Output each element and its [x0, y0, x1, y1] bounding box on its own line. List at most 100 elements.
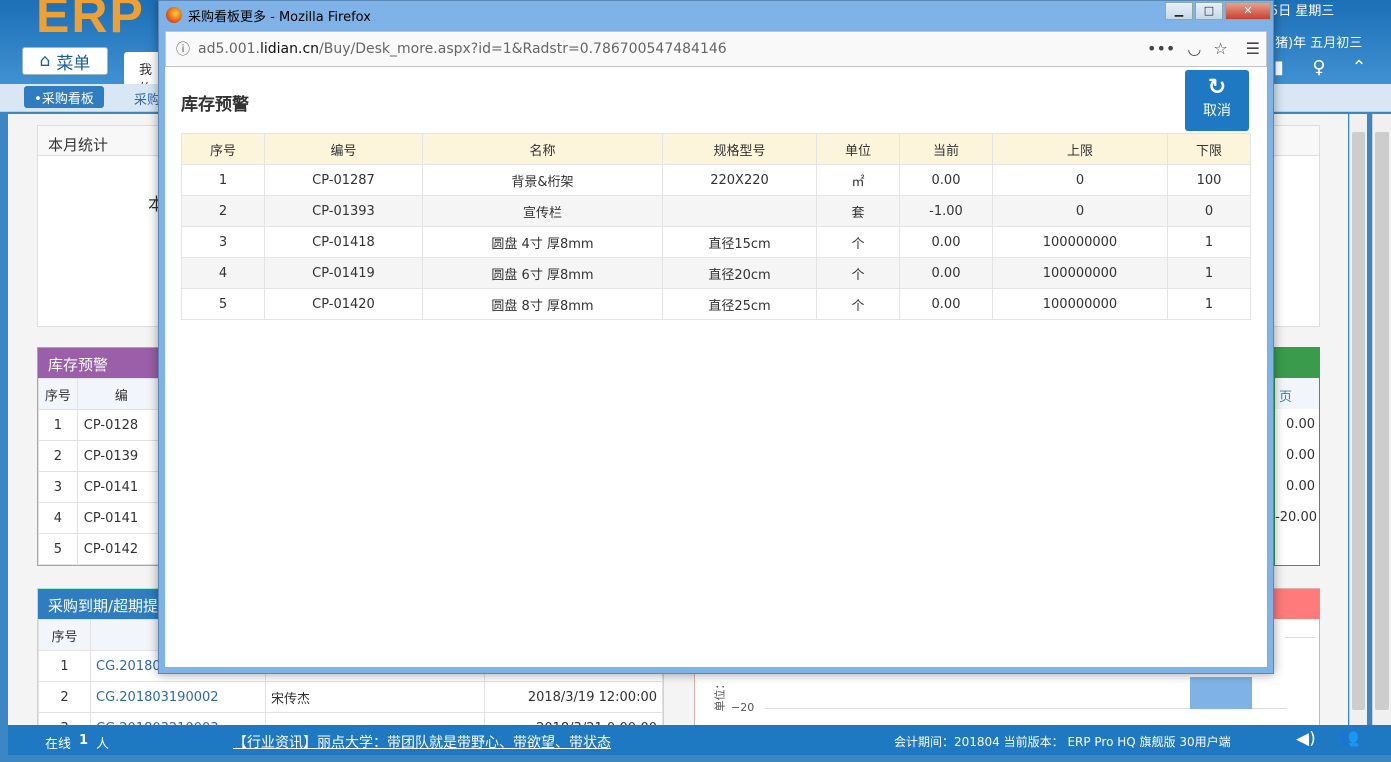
cell: 5: [181, 288, 265, 320]
info-icon[interactable]: ⓘ: [176, 39, 190, 59]
right-value: 0.00: [1286, 417, 1315, 432]
inner-scrollbar[interactable]: [1349, 114, 1367, 726]
cell: 直径25cm: [662, 288, 817, 320]
cell: 2018/3/19 12:00:00: [484, 681, 663, 713]
col-header: 编号: [264, 133, 423, 165]
cancel-button[interactable]: ↻ 取消: [1185, 70, 1249, 131]
url-prefix: ad5.001.: [198, 41, 260, 57]
window-titlebar[interactable]: 采购看板更多 - Mozilla Firefox: [159, 1, 1273, 29]
online-count: 1: [79, 733, 89, 748]
table-row: 2 CP-0139: [38, 440, 167, 472]
cell: 0.00: [899, 257, 993, 289]
col-header: 序号: [38, 378, 78, 410]
right-value: 0.00: [1286, 479, 1315, 494]
cell: 2: [181, 195, 265, 227]
speaker-icon[interactable]: ◀): [1296, 729, 1316, 749]
close-button[interactable]: ✕: [1225, 2, 1271, 20]
key-icon[interactable]: ♀: [1308, 56, 1330, 78]
firefox-popup-window: 采购看板更多 - Mozilla Firefox ▁ □ ✕ ⓘ ad5.001…: [158, 0, 1274, 674]
cell: 圆盘 8寸 厚8mm: [422, 288, 663, 320]
table-row: 2 CG.201803190002 宋传杰 2018/3/19 12:00:00: [38, 681, 663, 713]
table-row[interactable]: 3 CP-01418 圆盘 4寸 厚8mm 直径15cm 个 0.00 100000000 1: [181, 226, 1251, 258]
expand-icon[interactable]: ⌃: [1348, 56, 1370, 78]
users-icon[interactable]: 👥: [1338, 728, 1359, 748]
page-content: 库存预警 ↻ 取消 序号 编号 名称 规格型号 单位 当前 上限 下限 1 CP…: [165, 67, 1267, 667]
cell: 1: [38, 409, 78, 441]
sub-tab-purchase[interactable]: 采购: [134, 89, 160, 108]
cell: 0: [992, 195, 1168, 227]
cell: 0.00: [899, 164, 993, 196]
date-line-1: 5日 星期三: [1270, 4, 1335, 19]
cell: 1: [181, 164, 265, 196]
col-header: 名称: [422, 133, 663, 165]
cell: CP-01418: [264, 226, 423, 258]
url-path: /Buy/Desk_more.aspx?id=1&Radstr=0.786700…: [319, 41, 727, 57]
cancel-label: 取消: [1203, 103, 1231, 119]
cell: 100000000: [992, 226, 1168, 258]
cell: CP-01419: [264, 257, 423, 289]
cell: 套: [816, 195, 900, 227]
address-bar[interactable]: ⓘ ad5.001.lidian.cn/Buy/Desk_more.aspx?i…: [165, 31, 1267, 67]
cell: 1: [1167, 257, 1251, 289]
home-icon: ⌂: [39, 51, 51, 71]
chart-axis-label: 单位：: [713, 678, 727, 712]
url-text[interactable]: ad5.001.lidian.cn/Buy/Desk_more.aspx?id=…: [198, 41, 727, 57]
order-link[interactable]: CG.201803190002: [90, 681, 266, 713]
cell: 圆盘 4寸 厚8mm: [422, 226, 663, 258]
cell: CP-01393: [264, 195, 423, 227]
more-icon[interactable]: •••: [1147, 39, 1175, 58]
cell: 2: [38, 681, 91, 713]
col-header: 单位: [816, 133, 900, 165]
cell: 0.00: [899, 226, 993, 258]
chart-panel-header: [1273, 589, 1320, 619]
table-row[interactable]: 4 CP-01419 圆盘 6寸 厚8mm 直径20cm 个 0.00 100000000 1: [181, 257, 1251, 289]
table-header-row: 序号 编号 名称 规格型号 单位 当前 上限 下限: [181, 133, 1251, 165]
news-ticker[interactable]: 【行业资讯】丽点大学：带团队就是带野心、带欲望、带状态: [233, 732, 611, 752]
table-row[interactable]: 2 CP-01393 宣传栏套 -1.00 0 0: [181, 195, 1251, 227]
minimize-button[interactable]: ▁: [1165, 2, 1193, 20]
col-header: 序号: [38, 619, 91, 651]
cell: 个: [816, 226, 900, 258]
green-panel-header: [1275, 348, 1319, 378]
table-row[interactable]: 5 CP-01420 圆盘 8寸 厚8mm 直径25cm 个 0.00 100000000 1: [181, 288, 1251, 320]
right-value: -20.00: [1275, 510, 1317, 525]
online-suffix: 人: [96, 737, 110, 752]
maximize-button[interactable]: □: [1195, 2, 1223, 20]
stock-panel-title: 库存预警: [38, 348, 166, 378]
firefox-icon: [166, 7, 182, 23]
star-icon[interactable]: ☆: [1213, 39, 1227, 58]
sub-tab-purchase-board[interactable]: •采购看板: [24, 86, 104, 108]
cell: CP-0128: [76, 409, 167, 441]
scroll-thumb[interactable]: [1375, 132, 1389, 710]
table-row[interactable]: 1 CP-01287 背景&桁架 220X220 ㎡ 0.00 0 100: [181, 164, 1251, 196]
cell: 直径20cm: [662, 257, 817, 289]
col-header: 当前: [899, 133, 993, 165]
refresh-icon: ↻: [1207, 75, 1227, 100]
chart-bar: [1190, 677, 1252, 709]
url-icons: ••• ◡ ☆ ☰: [1147, 39, 1260, 58]
menu-button[interactable]: ⌂ 菜单: [22, 47, 108, 75]
cell: 100000000: [992, 257, 1168, 289]
pocket-icon[interactable]: ◡: [1187, 39, 1201, 58]
stock-table: 序号编 1 CP-0128 2 CP-0139 3 CP-0141 4 CP-0141 …: [38, 378, 167, 565]
scroll-thumb[interactable]: [1352, 132, 1365, 710]
table-row: 4 CP-0141: [38, 502, 167, 534]
cell: CP-0142: [76, 533, 167, 565]
window-title: 采购看板更多 - Mozilla Firefox: [188, 9, 371, 25]
cell: 圆盘 6寸 厚8mm: [422, 257, 663, 289]
stock-warning-table: 序号 编号 名称 规格型号 单位 当前 上限 下限 1 CP-01287 背景&桁架…: [181, 133, 1251, 320]
green-panel-col-header: 页: [1275, 378, 1319, 409]
cell: CP-0141: [76, 502, 167, 534]
cell: 宋传杰: [265, 681, 485, 713]
cell: 1: [1167, 288, 1251, 320]
outer-scrollbar[interactable]: [1372, 114, 1391, 726]
stock-panel: 库存预警 序号编 1 CP-0128 2 CP-0139 3 CP-0141 4 CP-…: [37, 347, 167, 566]
cell: 0.00: [899, 288, 993, 320]
cell: -1.00: [899, 195, 993, 227]
cell: 背景&桁架: [422, 164, 663, 196]
cell: ㎡: [816, 164, 900, 196]
hamburger-menu-icon[interactable]: ☰: [1246, 39, 1260, 58]
date-display: 5日 星期三 (猪)年 五月初三: [1270, 0, 1391, 56]
cell: CP-01420: [264, 288, 423, 320]
cell: [662, 195, 817, 227]
